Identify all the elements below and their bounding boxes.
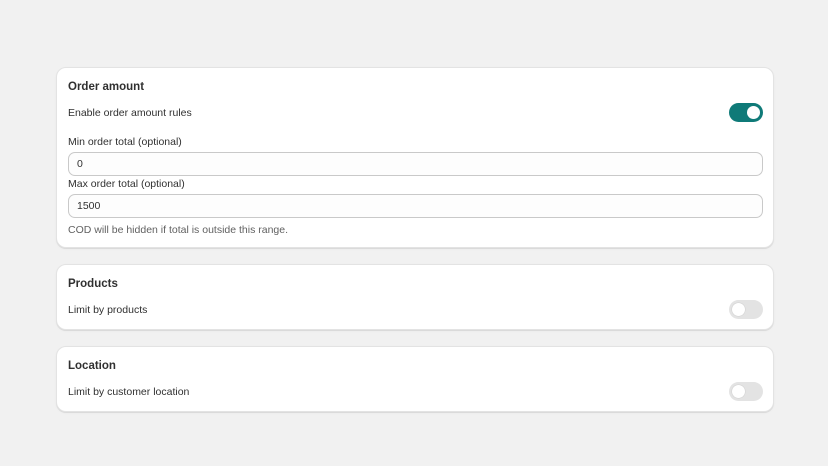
order-amount-card: Order amount Enable order amount rules M…	[56, 67, 774, 248]
location-card: Location Limit by customer location	[56, 346, 774, 412]
order-amount-title: Order amount	[68, 81, 145, 93]
toggle-knob	[747, 106, 760, 119]
limit-by-products-label: Limit by products	[68, 304, 148, 316]
products-card: Products Limit by products	[56, 264, 774, 330]
toggle-knob	[732, 303, 745, 316]
enable-order-amount-toggle[interactable]	[729, 103, 763, 122]
enable-order-amount-label: Enable order amount rules	[68, 107, 192, 119]
order-amount-help-text: COD will be hidden if total is outside t…	[68, 224, 289, 236]
limit-by-location-label: Limit by customer location	[68, 386, 190, 398]
max-order-total-input[interactable]	[68, 194, 763, 218]
limit-by-products-toggle[interactable]	[729, 300, 763, 319]
min-order-total-input[interactable]	[68, 152, 763, 176]
max-order-total-label: Max order total (optional)	[68, 178, 185, 190]
products-title: Products	[68, 278, 118, 290]
toggle-knob	[732, 385, 745, 398]
min-order-total-label: Min order total (optional)	[68, 136, 182, 148]
location-title: Location	[68, 360, 116, 372]
limit-by-location-toggle[interactable]	[729, 382, 763, 401]
